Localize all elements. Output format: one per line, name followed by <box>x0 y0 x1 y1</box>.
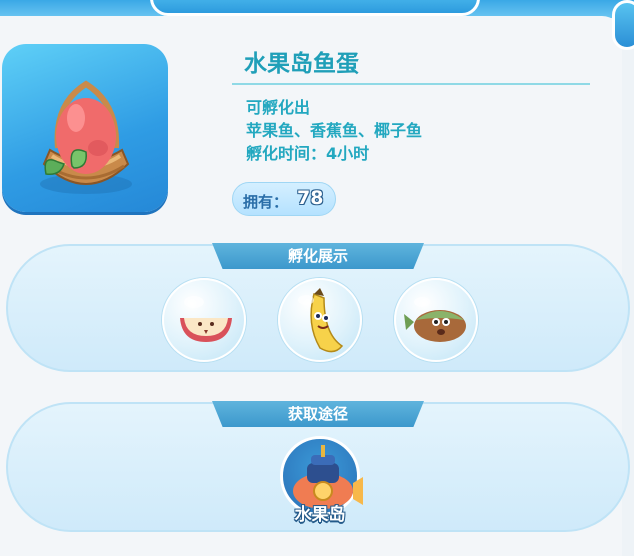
hatch-label: 可孵化出 <box>246 98 311 117</box>
egg-basket-icon <box>40 80 132 194</box>
coconut-fish-icon <box>404 297 466 342</box>
fish-slot-banana[interactable] <box>278 278 362 362</box>
egg-card <box>2 44 168 212</box>
title-divider <box>232 83 590 85</box>
own-count-badge: 拥有： 78 <box>232 182 336 216</box>
hatch-display-title: 孵化展示 <box>212 243 424 269</box>
own-label: 拥有： <box>243 193 289 211</box>
own-value: 78 <box>297 187 324 209</box>
top-tab[interactable] <box>150 0 480 16</box>
side-button[interactable] <box>612 0 634 50</box>
source-label: 水果岛 <box>294 505 346 525</box>
egg-title: 水果岛鱼蛋 <box>244 51 359 77</box>
hatch-time: 孵化时间：4小时 <box>246 144 370 163</box>
acquire-title: 获取途径 <box>212 401 424 427</box>
banana-fish-icon <box>298 288 344 353</box>
fish-slot-apple[interactable] <box>162 278 246 362</box>
hatch-fish-list: 苹果鱼、香蕉鱼、椰子鱼 <box>246 121 423 140</box>
apple-fish-icon <box>180 296 232 342</box>
fish-slot-coconut[interactable] <box>394 278 478 362</box>
